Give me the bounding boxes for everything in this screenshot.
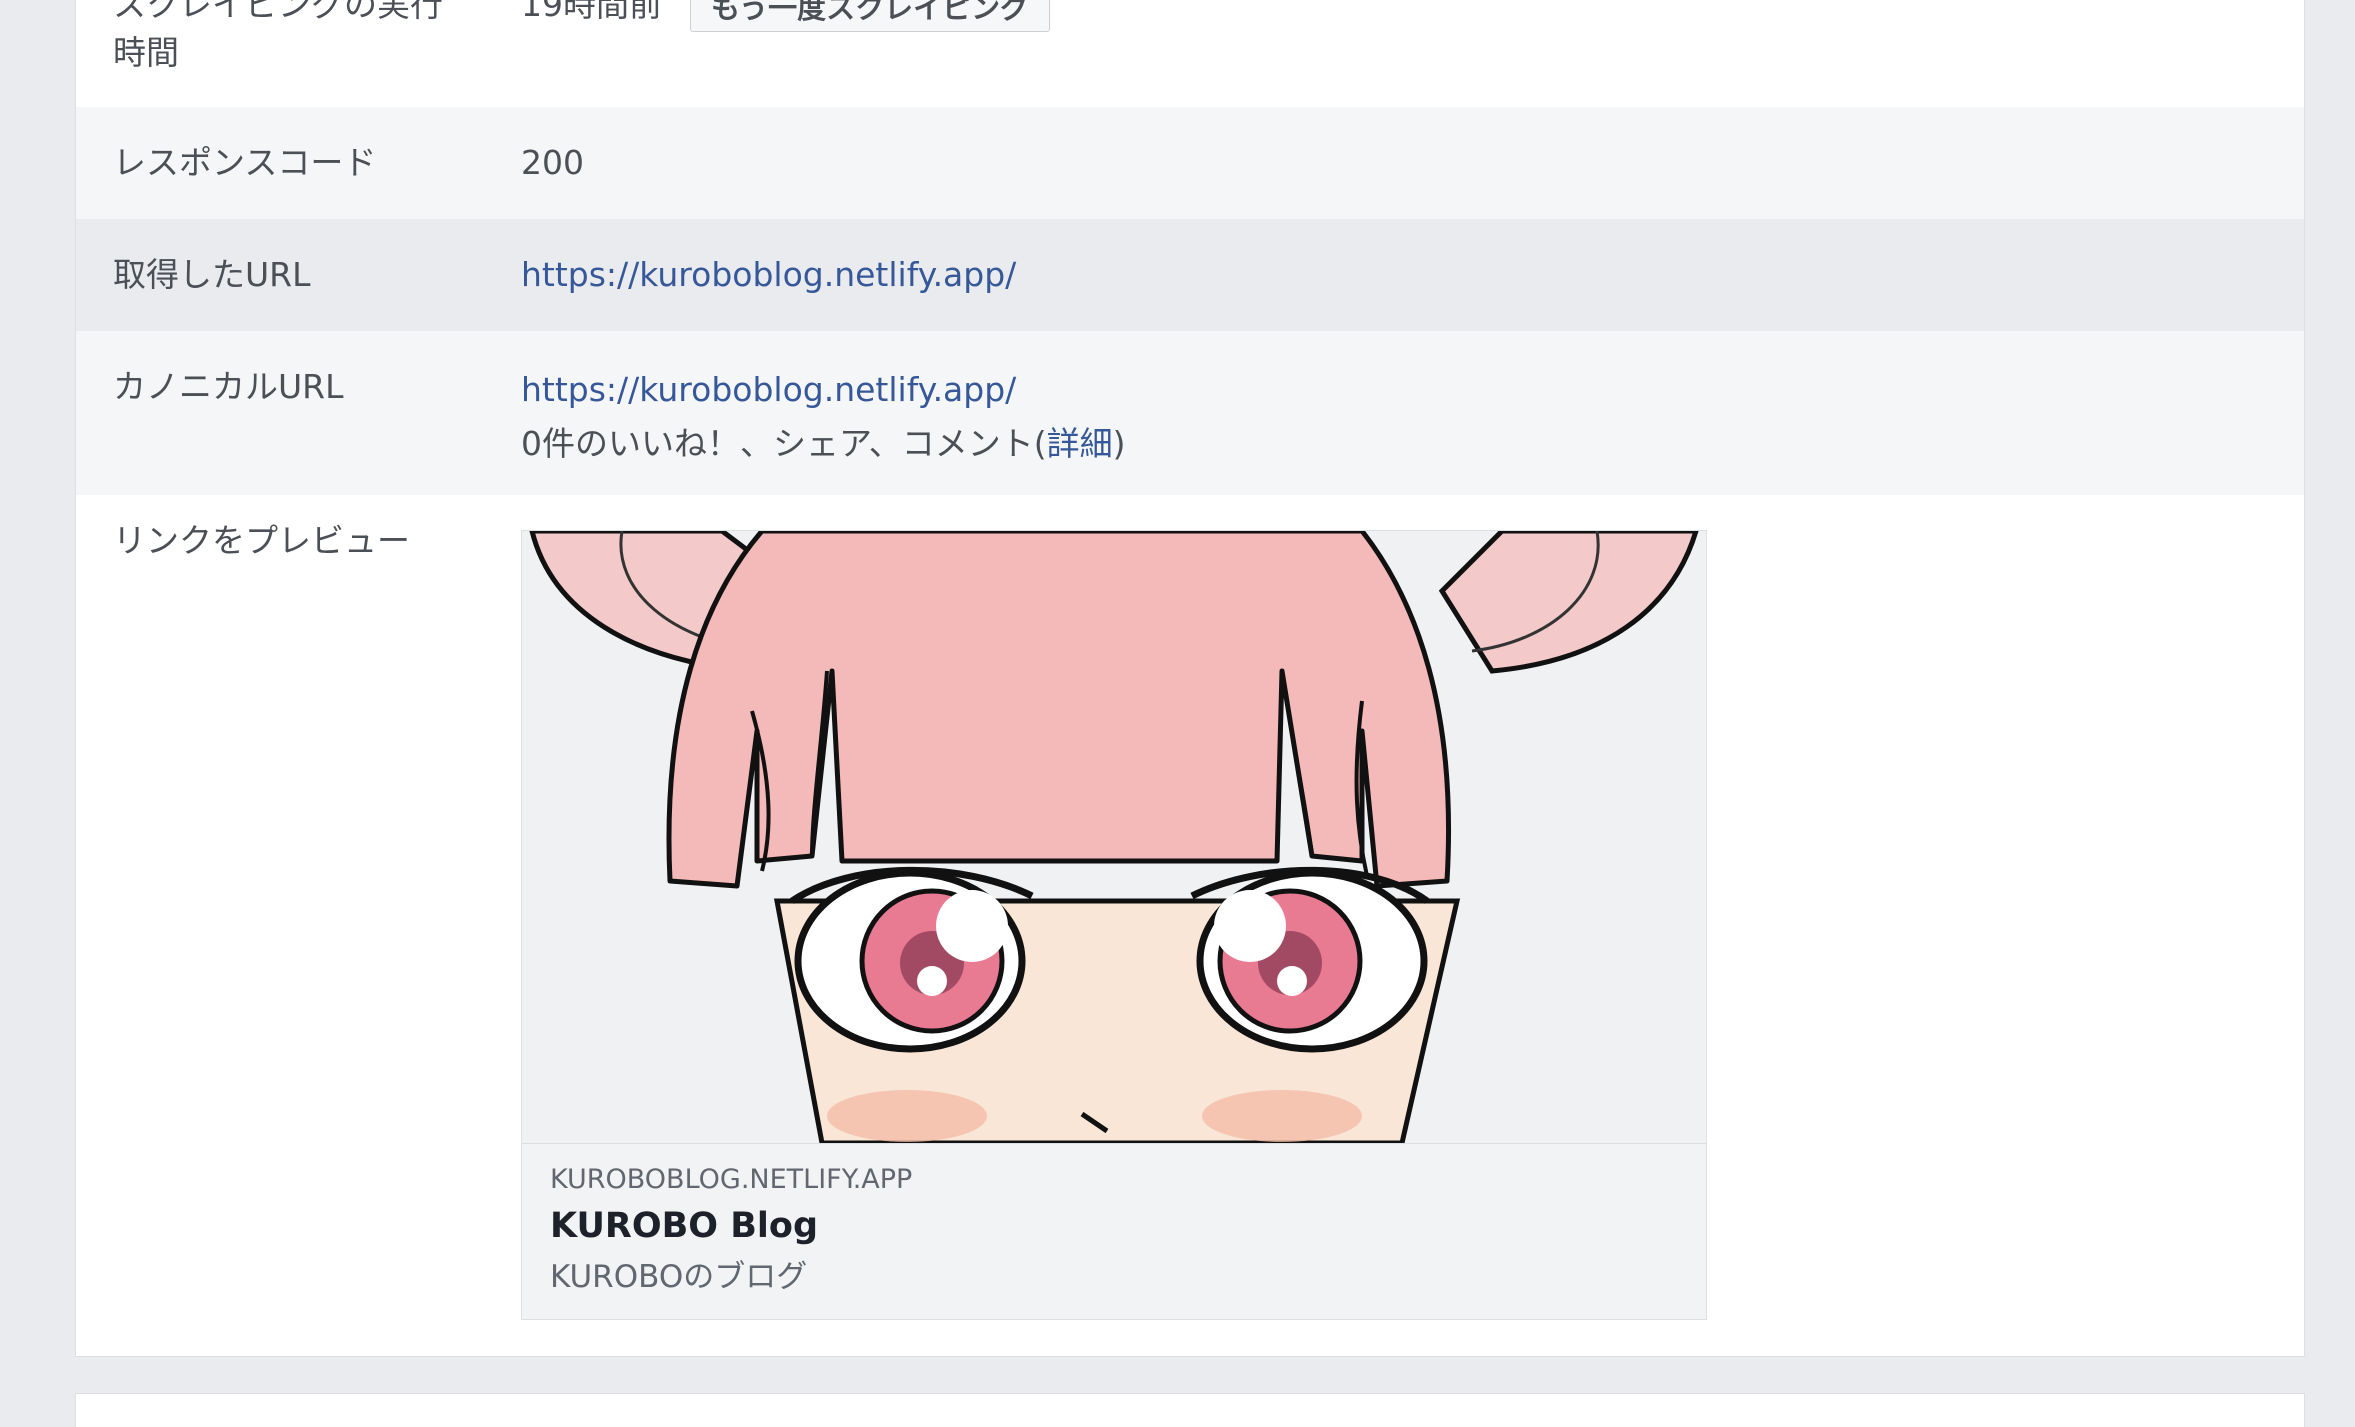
canonical-url-label: カノニカルURL	[113, 367, 344, 406]
link-preview-label: リンクをプレビュー	[113, 521, 410, 560]
scrape-time-row: スクレイピングの実行時間 19時間前 もう一度スクレイピング	[76, 0, 2304, 107]
scrape-time-value-group: 19時間前 もう一度スクレイピング	[521, 0, 1051, 32]
next-card	[75, 1393, 2305, 1427]
rescrape-button[interactable]: もう一度スクレイピング	[690, 0, 1051, 32]
debugger-card: スクレイピングの実行時間 19時間前 もう一度スクレイピング レスポンスコード …	[75, 0, 2305, 1357]
anime-girl-illustration	[522, 531, 1706, 1143]
canonical-url-link[interactable]: https://kuroboblog.netlify.app/	[521, 370, 1016, 409]
engagement-count: 0件のいいね！、シェア、コメント(	[521, 424, 1047, 463]
link-preview-row: リンクをプレビュー KUROBOBLOG.NETLIFY.APP KUROBO …	[76, 495, 2304, 1355]
scrape-time-label: スクレイピングの実行時間	[113, 0, 443, 72]
fetched-url-label: 取得したURL	[113, 255, 311, 294]
preview-domain: KUROBOBLOG.NETLIFY.APP	[550, 1164, 913, 1195]
preview-description: KUROBOのブログ	[550, 1259, 808, 1295]
preview-image	[522, 531, 1706, 1143]
canonical-url-row: カノニカルURL https://kuroboblog.netlify.app/…	[76, 331, 2304, 495]
details-link[interactable]: 詳細	[1047, 424, 1113, 463]
preview-title: KUROBO Blog	[550, 1206, 819, 1246]
link-preview-card[interactable]: KUROBOBLOG.NETLIFY.APP KUROBO Blog KUROB…	[521, 530, 1707, 1320]
fetched-url-link[interactable]: https://kuroboblog.netlify.app/	[521, 255, 1016, 294]
fetched-url-row: 取得したURL https://kuroboblog.netlify.app/	[76, 219, 2304, 331]
response-code-row: レスポンスコード 200	[76, 107, 2304, 219]
scrape-time-value: 19時間前	[521, 0, 662, 24]
preview-text-area: KUROBOBLOG.NETLIFY.APP KUROBO Blog KUROB…	[522, 1143, 1706, 1319]
engagement-text: 0件のいいね！、シェア、コメント(詳細)	[521, 417, 1125, 471]
response-code-label: レスポンスコード	[113, 143, 377, 182]
engagement-close-paren: )	[1112, 424, 1126, 463]
response-code-value: 200	[521, 143, 584, 182]
